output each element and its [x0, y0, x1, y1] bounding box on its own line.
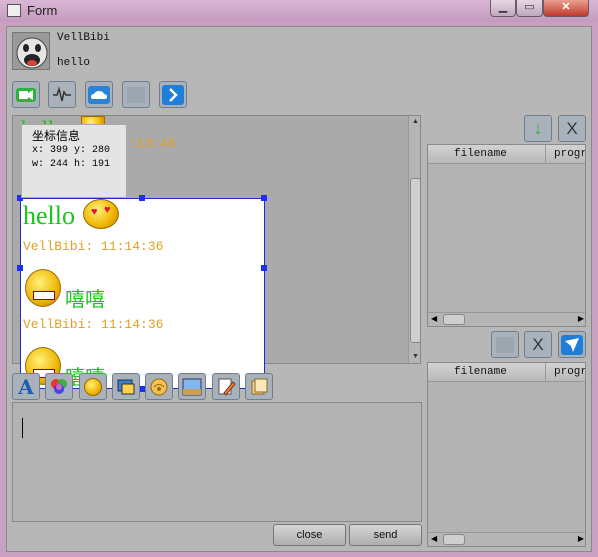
edit-icon — [218, 378, 236, 396]
maximize-button[interactable]: ▭ — [516, 0, 543, 17]
tooltip-position: x: 399 y: 280 — [32, 145, 111, 156]
send-file-list[interactable]: filename progre ◀ ▶ — [427, 362, 586, 547]
cloud-icon — [88, 85, 110, 104]
coordinate-tooltip: 坐标信息 x: 399 y: 280 w: 244 h: 191 — [21, 124, 127, 198]
scroll-left-icon[interactable]: ◀ — [431, 534, 437, 543]
column-filename[interactable]: filename — [454, 366, 507, 378]
minimize-icon: ▁ — [498, 1, 508, 13]
maximize-icon: ▭ — [524, 1, 535, 13]
window-title: Form — [27, 3, 58, 18]
image-button[interactable] — [178, 373, 206, 400]
next-icon — [162, 84, 184, 105]
down-arrow-icon: ↓ — [533, 118, 543, 138]
close-icon: X — [566, 118, 578, 138]
capture-selection[interactable]: hello ♥ ♥ VellBibi: 11:14:36 嘻嘻 VellBibi… — [20, 198, 265, 389]
close-icon: X — [532, 334, 544, 354]
send-file-button[interactable] — [558, 331, 586, 358]
blank-icon — [127, 86, 145, 103]
column-progress[interactable]: progre — [554, 366, 585, 378]
message-text: hello — [23, 201, 75, 230]
emoji-icon — [84, 377, 102, 396]
table-header: filename progre — [428, 363, 585, 382]
message-meta: VellBibi: 11:14:36 — [23, 317, 164, 332]
close-button[interactable]: close — [273, 524, 346, 546]
color-icon — [51, 378, 67, 394]
avatar — [12, 32, 50, 70]
column-divider[interactable] — [545, 145, 546, 164]
column-progress[interactable]: progre — [554, 148, 585, 160]
resize-handle[interactable] — [261, 195, 267, 201]
font-button[interactable]: A — [12, 373, 40, 400]
tooltip-title: 坐标信息 — [32, 129, 81, 143]
video-icon — [16, 87, 36, 102]
title-bar: Form ▁ ▭ ✕ — [0, 0, 598, 22]
resize-handle[interactable] — [17, 265, 23, 271]
blank-icon — [496, 336, 514, 353]
image-icon — [182, 378, 202, 395]
scroll-thumb[interactable] — [443, 314, 465, 325]
voice-call-button[interactable] — [48, 81, 76, 108]
message-input[interactable] — [12, 402, 422, 522]
cancel-receive-button[interactable]: X — [558, 115, 586, 142]
grin-emoji-icon — [25, 269, 61, 307]
text-caret — [22, 418, 23, 438]
scroll-thumb[interactable] — [410, 178, 420, 343]
minimize-button[interactable]: ▁ — [490, 0, 516, 17]
partial-message-time: :13:46 — [129, 136, 176, 151]
audio-icon — [53, 85, 71, 101]
tooltip-size: w: 244 h: 191 — [32, 159, 111, 170]
font-icon: A — [18, 374, 34, 399]
column-divider[interactable] — [545, 363, 546, 382]
next-button[interactable] — [159, 81, 187, 108]
scroll-right-icon[interactable]: ▶ — [578, 314, 584, 323]
chat-scrollbar[interactable]: ▲ ▼ — [408, 116, 420, 363]
horizontal-scrollbar[interactable]: ◀ ▶ — [428, 532, 585, 546]
shake-icon — [150, 378, 168, 395]
contact-name: VellBibi — [57, 32, 110, 44]
shake-button[interactable] — [145, 373, 173, 400]
history-button[interactable] — [245, 373, 273, 400]
message-text: 嘻嘻 — [65, 287, 105, 311]
app-icon — [7, 4, 21, 17]
receive-file-list[interactable]: filename progre ◀ ▶ — [427, 144, 586, 327]
scroll-up-icon[interactable]: ▲ — [412, 118, 419, 125]
send-arrow-icon — [561, 334, 583, 355]
close-icon: ✕ — [561, 1, 571, 13]
message-meta: VellBibi: 11:14:36 — [23, 239, 164, 254]
close-window-button[interactable]: ✕ — [543, 0, 589, 17]
contact-signature: hello — [57, 57, 91, 69]
history-icon — [251, 378, 268, 394]
screenshot-button[interactable] — [112, 373, 140, 400]
blank-toolbar-button[interactable] — [122, 81, 150, 108]
table-header: filename progre — [428, 145, 585, 164]
edit-button[interactable] — [212, 373, 240, 400]
column-filename[interactable]: filename — [454, 148, 507, 160]
horizontal-scrollbar[interactable]: ◀ ▶ — [428, 312, 585, 326]
cancel-send-button[interactable]: X — [524, 331, 552, 358]
download-button[interactable]: ↓ — [524, 115, 552, 142]
heart-eyes-emoji-icon: ♥ ♥ — [83, 199, 119, 229]
video-call-button[interactable] — [12, 81, 40, 108]
send-button[interactable]: send — [349, 524, 422, 546]
resize-handle[interactable] — [139, 195, 145, 201]
scroll-down-icon[interactable]: ▼ — [412, 353, 419, 360]
scroll-right-icon[interactable]: ▶ — [578, 534, 584, 543]
scroll-left-icon[interactable]: ◀ — [431, 314, 437, 323]
emoji-button[interactable] — [79, 373, 107, 400]
form-client-area: VellBibi hello hello :13:46 ▲ ▼ hello ♥ … — [6, 26, 592, 552]
color-button[interactable] — [45, 373, 73, 400]
resize-handle[interactable] — [261, 265, 267, 271]
cloud-button[interactable] — [85, 81, 113, 108]
scroll-thumb[interactable] — [443, 534, 465, 545]
screenshot-icon — [117, 379, 135, 394]
blank-file-button[interactable] — [491, 331, 519, 358]
